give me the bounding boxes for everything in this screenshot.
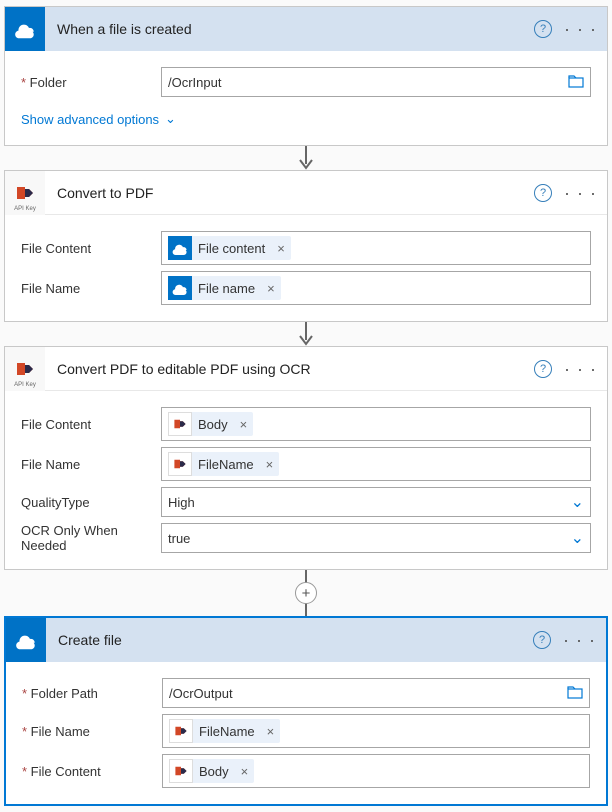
apikey-icon: API Key bbox=[5, 347, 45, 391]
quality-select[interactable]: High ⌄ bbox=[161, 487, 591, 517]
create-file-card: Create file ? · · · Folder Path /OcrOutp… bbox=[4, 616, 608, 806]
connector-arrow bbox=[4, 146, 608, 170]
remove-pill-icon[interactable]: × bbox=[235, 764, 255, 779]
ocronly-select[interactable]: true ⌄ bbox=[161, 523, 591, 553]
card-title: Convert to PDF bbox=[45, 185, 534, 201]
card-header[interactable]: Create file ? · · · bbox=[6, 618, 606, 662]
remove-pill-icon[interactable]: × bbox=[261, 281, 281, 296]
card-title: Create file bbox=[46, 632, 533, 648]
filename-input[interactable]: File name × bbox=[161, 271, 591, 305]
filename-pill: FileName × bbox=[169, 719, 280, 743]
filecontent-pill: File content × bbox=[168, 236, 291, 260]
filecontent-input[interactable]: Body × bbox=[161, 407, 591, 441]
filecontent-pill: Body × bbox=[169, 759, 254, 783]
chevron-down-icon: ⌄ bbox=[571, 492, 584, 512]
remove-pill-icon[interactable]: × bbox=[234, 417, 254, 432]
remove-pill-icon[interactable]: × bbox=[260, 457, 280, 472]
connector-arrow bbox=[4, 322, 608, 346]
onedrive-icon bbox=[168, 236, 192, 260]
folder-label: Folder bbox=[21, 75, 161, 90]
card-title: Convert PDF to editable PDF using OCR bbox=[45, 361, 534, 377]
folder-picker-icon[interactable] bbox=[567, 684, 583, 703]
help-icon[interactable]: ? bbox=[534, 360, 552, 378]
filename-input[interactable]: FileName × bbox=[162, 714, 590, 748]
filecontent-label: File Content bbox=[22, 764, 162, 779]
more-icon[interactable]: · · · bbox=[564, 184, 597, 202]
apikey-icon bbox=[169, 719, 193, 743]
filename-label: File Name bbox=[22, 724, 162, 739]
card-header[interactable]: When a file is created ? · · · bbox=[5, 7, 607, 51]
more-icon[interactable]: · · · bbox=[564, 20, 597, 38]
filecontent-input[interactable]: File content × bbox=[161, 231, 591, 265]
remove-pill-icon[interactable]: × bbox=[271, 241, 291, 256]
folder-picker-icon[interactable] bbox=[568, 73, 584, 92]
folder-input[interactable]: /OcrInput bbox=[161, 67, 591, 97]
card-header[interactable]: API Key Convert PDF to editable PDF usin… bbox=[5, 347, 607, 391]
body-pill: Body × bbox=[168, 412, 253, 436]
card-header[interactable]: API Key Convert to PDF ? · · · bbox=[5, 171, 607, 215]
onedrive-icon bbox=[168, 276, 192, 300]
filecontent-label: File Content bbox=[21, 417, 161, 432]
filename-label: File Name bbox=[21, 281, 161, 296]
folderpath-input[interactable]: /OcrOutput bbox=[162, 678, 590, 708]
apikey-icon: API Key bbox=[5, 171, 45, 215]
card-title: When a file is created bbox=[45, 21, 534, 37]
ocr-card: API Key Convert PDF to editable PDF usin… bbox=[4, 346, 608, 570]
onedrive-icon bbox=[6, 618, 46, 662]
trigger-card: When a file is created ? · · · Folder /O… bbox=[4, 6, 608, 146]
chevron-down-icon: ⌄ bbox=[571, 528, 584, 548]
apikey-icon bbox=[168, 412, 192, 436]
filename-input[interactable]: FileName × bbox=[161, 447, 591, 481]
more-icon[interactable]: · · · bbox=[564, 360, 597, 378]
chevron-down-icon: ⌄ bbox=[165, 111, 176, 127]
filename-pill: File name × bbox=[168, 276, 281, 300]
filecontent-label: File Content bbox=[21, 241, 161, 256]
add-step-button[interactable]: + bbox=[295, 582, 317, 604]
filecontent-input[interactable]: Body × bbox=[162, 754, 590, 788]
help-icon[interactable]: ? bbox=[534, 20, 552, 38]
ocronly-label: OCR Only When Needed bbox=[21, 523, 161, 553]
show-advanced-link[interactable]: Show advanced options ⌄ bbox=[21, 103, 176, 135]
quality-label: QualityType bbox=[21, 495, 161, 510]
convert-pdf-card: API Key Convert to PDF ? · · · File Cont… bbox=[4, 170, 608, 322]
filename-label: File Name bbox=[21, 457, 161, 472]
help-icon[interactable]: ? bbox=[534, 184, 552, 202]
onedrive-icon bbox=[5, 7, 45, 51]
folderpath-label: Folder Path bbox=[22, 686, 162, 701]
connector-add: + bbox=[4, 570, 608, 616]
remove-pill-icon[interactable]: × bbox=[261, 724, 281, 739]
folder-value: /OcrInput bbox=[168, 75, 221, 90]
more-icon[interactable]: · · · bbox=[563, 631, 596, 649]
apikey-icon bbox=[169, 759, 193, 783]
help-icon[interactable]: ? bbox=[533, 631, 551, 649]
apikey-icon bbox=[168, 452, 192, 476]
filename-pill: FileName × bbox=[168, 452, 279, 476]
